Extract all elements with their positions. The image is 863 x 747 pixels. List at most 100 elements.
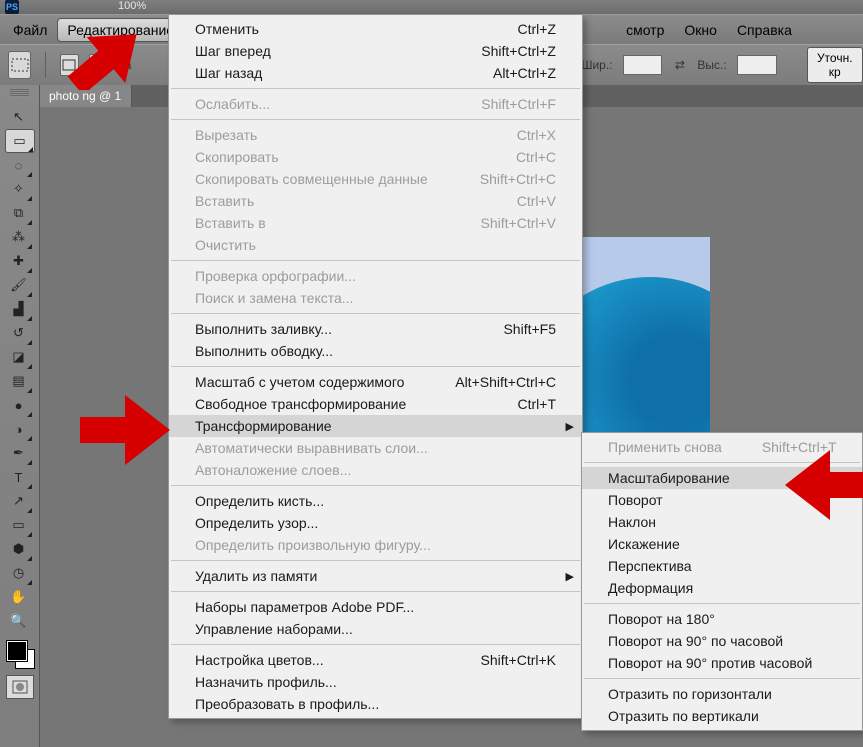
pen-tool[interactable]: ✒	[5, 441, 33, 465]
hand-tool[interactable]: ✋	[5, 585, 33, 609]
edit-menu-item[interactable]: Шаг впередShift+Ctrl+Z	[169, 40, 582, 62]
edit-menu-item[interactable]: Определить кисть...	[169, 490, 582, 512]
menu-item-label: Поворот	[608, 492, 663, 508]
transform-menu-item[interactable]: Масштабирование	[582, 467, 862, 489]
menu-item-label: Перспектива	[608, 558, 692, 574]
zoom-tool[interactable]: 🔍	[5, 609, 33, 633]
edit-menu-item[interactable]: Выполнить заливку...Shift+F5	[169, 318, 582, 340]
menu-edit[interactable]: Редактирование	[57, 18, 184, 42]
width-label: Шир.:	[581, 58, 612, 72]
brush-tool[interactable]: 🖌	[5, 273, 33, 297]
marquee-preset-icon[interactable]	[8, 51, 31, 79]
ps-logo-icon: PS	[5, 0, 19, 14]
transform-menu-item[interactable]: Поворот на 90° против часовой	[582, 652, 862, 674]
edit-menu-item[interactable]: Наборы параметров Adobe PDF...	[169, 596, 582, 618]
edit-menu-item[interactable]: Определить узор...	[169, 512, 582, 534]
menu-view[interactable]: смотр	[616, 17, 674, 43]
menu-window[interactable]: Окно	[674, 17, 727, 43]
menu-item-label: Наклон	[608, 514, 656, 530]
menu-file[interactable]: Файл	[3, 17, 57, 43]
menu-item-label: Настройка цветов...	[195, 652, 324, 668]
menu-item-label: Управление наборами...	[195, 621, 353, 637]
transform-menu-item[interactable]: Перспектива	[582, 555, 862, 577]
edit-menu-item[interactable]: Свободное трансформирование Ctrl+T	[169, 393, 582, 415]
transform-menu-item[interactable]: Деформация	[582, 577, 862, 599]
edit-menu-item[interactable]: ОтменитьCtrl+Z	[169, 18, 582, 40]
eyedropper-tool[interactable]: ⁂	[5, 225, 33, 249]
edit-menu-item[interactable]: Назначить профиль...	[169, 671, 582, 693]
menu-item-label: Вырезать	[195, 127, 257, 143]
gradient-tool[interactable]: ▤	[5, 369, 33, 393]
3d-tool[interactable]: ⬢	[5, 537, 33, 561]
document-tab[interactable]: photo ng @ 1	[39, 85, 132, 107]
edit-menu-item[interactable]: Управление наборами...	[169, 618, 582, 640]
blur-tool[interactable]: ●	[5, 393, 33, 417]
wand-tool[interactable]: ✧	[5, 177, 33, 201]
edit-menu-item[interactable]: Шаг назадAlt+Ctrl+Z	[169, 62, 582, 84]
edit-menu-dropdown: ОтменитьCtrl+ZШаг впередShift+Ctrl+ZШаг …	[168, 14, 583, 719]
menu-help[interactable]: Справка	[727, 17, 802, 43]
transform-menu-item[interactable]: Наклон	[582, 511, 862, 533]
menu-separator	[584, 603, 860, 604]
swap-dims-icon[interactable]: ⇄	[672, 58, 687, 72]
menu-separator	[171, 560, 580, 561]
menu-item-label: Удалить из памяти	[195, 568, 317, 584]
height-label: Выс.:	[697, 58, 726, 72]
refine-edge-button[interactable]: Уточн. кр	[807, 47, 863, 83]
transform-menu-item[interactable]: Искажение	[582, 533, 862, 555]
width-input[interactable]	[623, 55, 663, 75]
menu-item-shortcut: Ctrl+T	[518, 396, 557, 412]
menu-item-label: Определить узор...	[195, 515, 318, 531]
menu-item-label: Трансформирование	[195, 418, 332, 434]
dodge-tool[interactable]: ◑	[5, 417, 33, 441]
menu-item-label: Поиск и замена текста...	[195, 290, 353, 306]
selection-add-icon[interactable]	[89, 54, 108, 76]
path-select-tool[interactable]: ↗	[5, 489, 33, 513]
3d-camera-tool[interactable]: ◷	[5, 561, 33, 585]
edit-menu-item: Ослабить...Shift+Ctrl+F	[169, 93, 582, 115]
edit-menu-item[interactable]: Преобразовать в профиль...	[169, 693, 582, 715]
edit-menu-item[interactable]: Трансформирование▶	[169, 415, 582, 437]
transform-menu-item[interactable]: Отразить по горизонтали	[582, 683, 862, 705]
stamp-tool[interactable]: ▟	[5, 297, 33, 321]
menu-item-label: Скопировать	[195, 149, 279, 165]
height-input[interactable]	[737, 55, 777, 75]
type-tool[interactable]: T	[5, 465, 33, 489]
selection-new-icon[interactable]	[60, 54, 79, 76]
menu-item-label: Преобразовать в профиль...	[195, 696, 379, 712]
marquee-tool[interactable]: ▭	[5, 129, 35, 153]
history-brush-tool[interactable]: ↺	[5, 321, 33, 345]
color-swatches[interactable]	[5, 639, 35, 669]
eraser-tool[interactable]: ◪	[5, 345, 33, 369]
transform-menu-item[interactable]: Поворот	[582, 489, 862, 511]
quickmask-toggle[interactable]	[6, 675, 34, 699]
edit-menu-item[interactable]: Выполнить обводку...	[169, 340, 582, 362]
menu-item-label: Шаг вперед	[195, 43, 271, 59]
shape-tool[interactable]: ▭	[5, 513, 33, 537]
move-tool[interactable]: ↖	[5, 105, 33, 129]
menu-item-label: Проверка орфографии...	[195, 268, 356, 284]
edit-menu-item: Проверка орфографии...	[169, 265, 582, 287]
transform-menu-item[interactable]: Поворот на 180°	[582, 608, 862, 630]
crop-tool[interactable]: ⧉	[5, 201, 33, 225]
menu-item-shortcut: Shift+Ctrl+T	[762, 439, 837, 455]
heal-tool[interactable]: ✚	[5, 249, 33, 273]
menu-item-label: Поворот на 90° против часовой	[608, 655, 812, 671]
palette-grip[interactable]	[10, 89, 29, 97]
menu-item-label: Свободное трансформирование	[195, 396, 406, 412]
transform-menu-item[interactable]: Поворот на 90° по часовой	[582, 630, 862, 652]
menu-item-label: Очистить	[195, 237, 256, 253]
edit-menu-item[interactable]: Масштаб с учетом содержимогоAlt+Shift+Ct…	[169, 371, 582, 393]
edit-menu-item: Скопировать совмещенные данныеShift+Ctrl…	[169, 168, 582, 190]
menu-item-label: Отразить по горизонтали	[608, 686, 772, 702]
menu-item-label: Масштабирование	[608, 470, 730, 486]
edit-menu-item[interactable]: Настройка цветов... Shift+Ctrl+K	[169, 649, 582, 671]
tool-palette: ↖▭◌✧⧉⁂✚🖌▟↺◪▤●◑✒T↗▭⬢◷✋🔍	[0, 85, 40, 747]
menu-item-shortcut: Shift+Ctrl+K	[481, 652, 556, 668]
transform-menu-item[interactable]: Отразить по вертикали	[582, 705, 862, 727]
edit-menu-item[interactable]: Удалить из памяти▶	[169, 565, 582, 587]
menu-item-label: Деформация	[608, 580, 693, 596]
menu-item-shortcut: Alt+Shift+Ctrl+C	[455, 374, 556, 390]
lasso-tool[interactable]: ◌	[5, 153, 33, 177]
foreground-color[interactable]	[7, 641, 27, 661]
